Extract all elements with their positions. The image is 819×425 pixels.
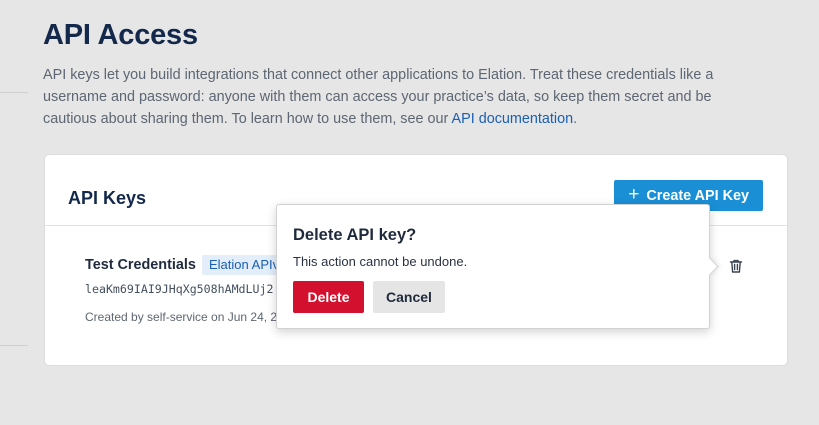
popover-message: This action cannot be undone.	[293, 254, 468, 269]
api-key-created: Created by self-service on Jun 24, 2	[85, 310, 278, 324]
api-key-badge: Elation APIv	[202, 255, 282, 275]
cancel-button[interactable]: Cancel	[373, 281, 445, 313]
description-suffix: .	[573, 111, 578, 127]
trash-icon[interactable]	[728, 258, 744, 274]
delete-confirm-popover: Delete API key? This action cannot be un…	[276, 204, 719, 329]
delete-button[interactable]: Delete	[293, 281, 364, 313]
api-access-page: API Access API keys let you build integr…	[0, 0, 819, 425]
plus-icon: +	[628, 184, 640, 205]
sidebar-divider	[0, 92, 28, 93]
api-key-name: Test Credentials	[85, 257, 196, 273]
sidebar-divider	[0, 345, 28, 346]
description-text: API keys let you build integrations that…	[43, 67, 714, 127]
api-key-value: leaKm69IAI9JHqXg508hAMdLUj2	[85, 282, 274, 296]
page-title: API Access	[43, 19, 198, 51]
create-api-key-label: Create API Key	[646, 187, 749, 204]
popover-title: Delete API key?	[293, 226, 417, 244]
api-documentation-link[interactable]: API documentation	[452, 111, 574, 127]
card-title: API Keys	[68, 188, 147, 208]
page-description: API keys let you build integrations that…	[43, 64, 733, 130]
